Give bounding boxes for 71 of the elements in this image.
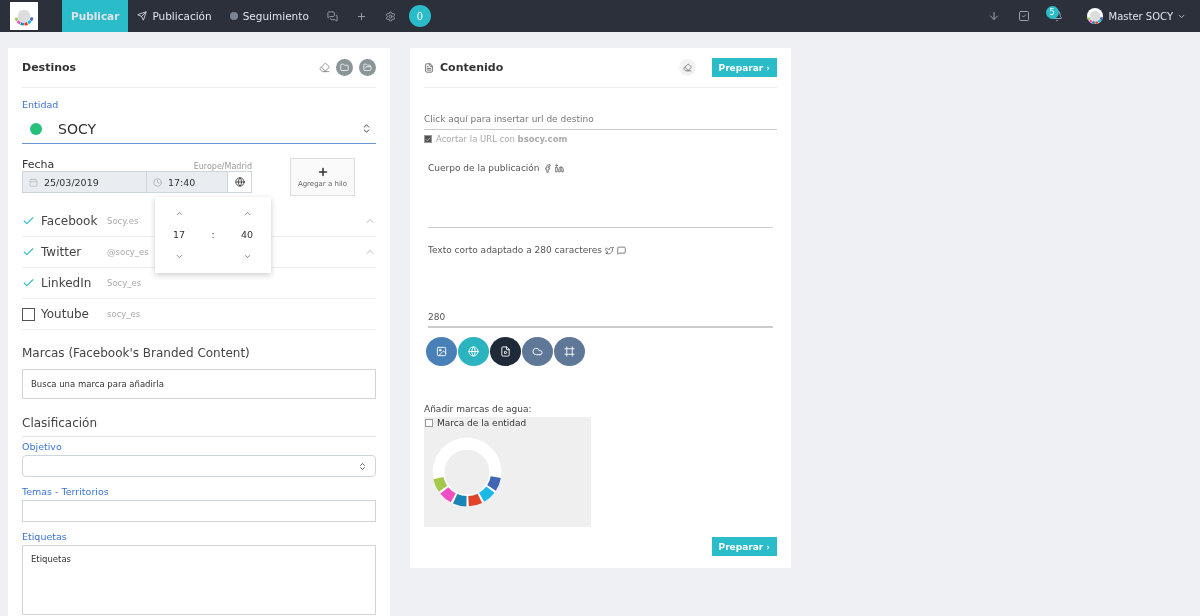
brand-search-field[interactable]: Busca una marca para añadirla <box>22 369 376 399</box>
linkedin-icon <box>554 163 564 173</box>
network-name: Youtube <box>41 307 90 321</box>
time-separator: : <box>211 229 215 241</box>
notification-badge: 5 <box>1045 6 1059 19</box>
field-label: Etiquetas <box>22 531 68 542</box>
tags-field[interactable]: Etiquetas <box>22 545 376 615</box>
date-field[interactable]: 25/03/2019 <box>23 172 147 192</box>
timezone-label: Europe/Madrid <box>193 162 252 171</box>
checkbox-label: Acortar la URL con bsocy.com <box>436 134 568 144</box>
cloud-button[interactable] <box>522 337 553 366</box>
field-label: Fecha <box>22 158 55 171</box>
checkbox-label: Marca de la entidad <box>437 418 527 428</box>
watermark-title: Añadir marcas de agua: <box>424 404 533 414</box>
user-menu[interactable]: Master SOCY <box>1074 0 1200 32</box>
cloud-icon <box>532 346 543 357</box>
entity-select[interactable]: SOCY <box>22 114 376 144</box>
avatar-icon <box>1084 6 1105 26</box>
video-button[interactable] <box>490 337 521 366</box>
topics-field[interactable] <box>22 500 376 522</box>
field-label: Temas - Territorios <box>22 486 110 497</box>
network-name: Facebook <box>41 214 99 228</box>
sort-icon <box>358 461 367 471</box>
calendar-icon <box>29 177 38 187</box>
body-field[interactable]: Cuerpo de la publicación <box>428 144 773 228</box>
checkbox[interactable] <box>424 135 432 143</box>
network-name: LinkedIn <box>41 276 93 290</box>
account-name: Socy_es <box>107 278 143 288</box>
facebook-icon <box>542 163 552 173</box>
chat-icon <box>617 245 627 255</box>
video-icon <box>500 346 511 357</box>
logo[interactable] <box>10 2 38 30</box>
account-name: Socy.es <box>107 216 140 226</box>
globe-icon <box>468 346 479 357</box>
nav-tab[interactable]: Publicación <box>128 0 221 32</box>
minute-value: 40 <box>240 229 254 241</box>
frame-icon <box>564 346 575 357</box>
checkbox[interactable] <box>425 419 433 427</box>
folder-icon[interactable] <box>336 59 353 76</box>
url-field[interactable]: Click aquí para insertar url de destino <box>424 114 777 130</box>
objective-select[interactable] <box>22 455 376 477</box>
eraser-icon[interactable] <box>678 59 696 76</box>
globe-icon <box>234 177 245 187</box>
sort-icon <box>361 123 372 134</box>
account-name: socy_es <box>107 309 142 319</box>
nav-tab[interactable]: Seguimiento <box>220 0 318 32</box>
document-icon <box>424 62 434 73</box>
account-name: @socy_es <box>107 247 150 257</box>
field-label: Objetivo <box>22 441 63 452</box>
panel-title: Contenido <box>440 61 505 74</box>
checkbox[interactable] <box>22 307 35 321</box>
time-field[interactable]: 17:40 <box>147 172 228 192</box>
plus-icon <box>316 166 329 178</box>
panel-title: Destinos <box>22 61 78 74</box>
eraser-icon[interactable] <box>319 62 330 73</box>
user-name: Master SOCY <box>1108 10 1173 22</box>
image-button[interactable] <box>426 337 457 366</box>
folder-icon[interactable] <box>359 59 376 76</box>
image-icon <box>436 346 447 357</box>
frame-button[interactable] <box>554 337 585 366</box>
hour-value: 17 <box>172 229 186 241</box>
character-count: 280 <box>428 312 773 327</box>
status-dot <box>30 122 42 135</box>
section-title: Marcas (Facebook's Branded Content) <box>22 346 251 362</box>
field-label: Entidad <box>22 99 60 110</box>
clock-icon <box>153 177 162 187</box>
network-name: Twitter <box>41 245 83 259</box>
section-title: Clasificación <box>22 416 376 437</box>
dot-icon <box>229 12 238 20</box>
twitter-icon <box>605 245 615 255</box>
send-icon <box>137 11 148 21</box>
